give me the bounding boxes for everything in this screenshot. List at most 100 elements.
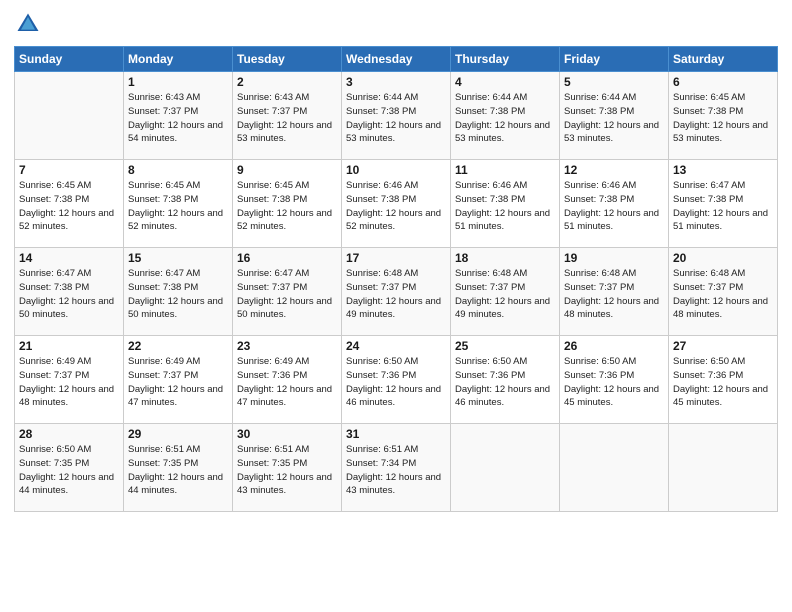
- day-info: Sunrise: 6:47 AMSunset: 7:38 PMDaylight:…: [128, 267, 228, 322]
- sunrise-text: Sunrise: 6:44 AM: [346, 91, 446, 105]
- day-number: 25: [455, 339, 555, 353]
- daylight-text: Daylight: 12 hours and 50 minutes.: [19, 295, 119, 323]
- day-cell: 13Sunrise: 6:47 AMSunset: 7:38 PMDayligh…: [669, 160, 778, 248]
- header: [14, 10, 778, 38]
- day-cell: 27 Sunrise: 6:50 AMSunset: 7:36 PMDayligh…: [669, 336, 778, 424]
- day-info: Sunrise: 6:50 AMSunset: 7:36 PMDaylight:…: [346, 355, 446, 410]
- daylight-text: Daylight: 12 hours and 52 minutes.: [346, 207, 446, 235]
- sunset-text: Sunset: 7:37 PM: [564, 281, 664, 295]
- daylight-text: Daylight: 12 hours and 48 minutes.: [19, 383, 119, 411]
- day-number: 16: [237, 251, 337, 265]
- day-number: 20: [673, 251, 773, 265]
- sunset-text: Sunset: 7:38 PM: [19, 281, 119, 295]
- daylight-text: Daylight: 12 hours and 54 minutes.: [128, 119, 228, 147]
- day-cell: 26Sunrise: 6:50 AMSunset: 7:36 PMDayligh…: [560, 336, 669, 424]
- sunset-text: Sunset: 7:36 PM: [564, 369, 664, 383]
- day-number: 19: [564, 251, 664, 265]
- day-cell: 31Sunrise: 6:51 AMSunset: 7:34 PMDayligh…: [342, 424, 451, 512]
- day-info: Sunrise: 6:44 AMSunset: 7:38 PMDaylight:…: [346, 91, 446, 146]
- sunset-text: Sunset: 7:38 PM: [673, 193, 773, 207]
- daylight-text: Daylight: 12 hours and 53 minutes.: [237, 119, 337, 147]
- day-info: Sunrise: 6:49 AMSunset: 7:37 PMDaylight:…: [128, 355, 228, 410]
- page: SundayMondayTuesdayWednesdayThursdayFrid…: [0, 0, 792, 612]
- sunrise-text: Sunrise: 6:51 AM: [237, 443, 337, 457]
- header-cell-thursday: Thursday: [451, 47, 560, 72]
- day-cell: 10Sunrise: 6:46 AMSunset: 7:38 PMDayligh…: [342, 160, 451, 248]
- sunset-text: Sunset: 7:36 PM: [455, 369, 555, 383]
- daylight-text: Daylight: 12 hours and 52 minutes.: [19, 207, 119, 235]
- day-number: 13: [673, 163, 773, 177]
- day-info: Sunrise: 6:45 AMSunset: 7:38 PMDaylight:…: [128, 179, 228, 234]
- day-number: 24: [346, 339, 446, 353]
- day-cell: 4Sunrise: 6:44 AMSunset: 7:38 PMDaylight…: [451, 72, 560, 160]
- daylight-text: Daylight: 12 hours and 48 minutes.: [673, 295, 773, 323]
- daylight-text: Daylight: 12 hours and 53 minutes.: [346, 119, 446, 147]
- day-number: 7: [19, 163, 119, 177]
- day-cell: 20 Sunrise: 6:48 AMSunset: 7:37 PMDayligh…: [669, 248, 778, 336]
- sunrise-text: Sunrise: 6:43 AM: [128, 91, 228, 105]
- day-cell: 30Sunrise: 6:51 AMSunset: 7:35 PMDayligh…: [233, 424, 342, 512]
- sunset-text: Sunset: 7:35 PM: [128, 457, 228, 471]
- sunset-text: Sunset: 7:38 PM: [346, 193, 446, 207]
- day-number: 17: [346, 251, 446, 265]
- day-info: Sunrise: 6:50 AMSunset: 7:36 PMDaylight:…: [673, 355, 773, 410]
- day-number: 14: [19, 251, 119, 265]
- day-cell: [560, 424, 669, 512]
- daylight-text: Daylight: 12 hours and 47 minutes.: [237, 383, 337, 411]
- sunrise-text: Sunrise: 6:47 AM: [128, 267, 228, 281]
- day-info: Sunrise: 6:51 AMSunset: 7:35 PMDaylight:…: [128, 443, 228, 498]
- week-row-1: 1Sunrise: 6:43 AMSunset: 7:37 PMDaylight…: [15, 72, 778, 160]
- daylight-text: Daylight: 12 hours and 51 minutes.: [673, 207, 773, 235]
- week-row-2: 7Sunrise: 6:45 AMSunset: 7:38 PMDaylight…: [15, 160, 778, 248]
- day-number: 9: [237, 163, 337, 177]
- sunset-text: Sunset: 7:38 PM: [673, 105, 773, 119]
- header-cell-wednesday: Wednesday: [342, 47, 451, 72]
- sunrise-text: Sunrise: 6:47 AM: [237, 267, 337, 281]
- sunrise-text: Sunrise: 6:46 AM: [564, 179, 664, 193]
- header-cell-friday: Friday: [560, 47, 669, 72]
- day-info: Sunrise: 6:48 AMSunset: 7:37 PMDaylight:…: [673, 267, 773, 322]
- day-number: 28: [19, 427, 119, 441]
- sunset-text: Sunset: 7:37 PM: [346, 281, 446, 295]
- sunset-text: Sunset: 7:37 PM: [128, 105, 228, 119]
- day-info: Sunrise: 6:46 AMSunset: 7:38 PMDaylight:…: [346, 179, 446, 234]
- sunset-text: Sunset: 7:36 PM: [237, 369, 337, 383]
- sunrise-text: Sunrise: 6:47 AM: [19, 267, 119, 281]
- daylight-text: Daylight: 12 hours and 53 minutes.: [564, 119, 664, 147]
- sunrise-text: Sunrise: 6:48 AM: [564, 267, 664, 281]
- daylight-text: Daylight: 12 hours and 52 minutes.: [128, 207, 228, 235]
- week-row-5: 28Sunrise: 6:50 AMSunset: 7:35 PMDayligh…: [15, 424, 778, 512]
- day-number: 29: [128, 427, 228, 441]
- day-cell: 25Sunrise: 6:50 AMSunset: 7:36 PMDayligh…: [451, 336, 560, 424]
- day-cell: 6Sunrise: 6:45 AMSunset: 7:38 PMDaylight…: [669, 72, 778, 160]
- day-info: Sunrise: 6:46 AMSunset: 7:38 PMDaylight:…: [564, 179, 664, 234]
- sunset-text: Sunset: 7:37 PM: [19, 369, 119, 383]
- daylight-text: Daylight: 12 hours and 51 minutes.: [455, 207, 555, 235]
- day-info: Sunrise: 6:51 AMSunset: 7:35 PMDaylight:…: [237, 443, 337, 498]
- header-row: SundayMondayTuesdayWednesdayThursdayFrid…: [15, 47, 778, 72]
- day-cell: 15Sunrise: 6:47 AMSunset: 7:38 PMDayligh…: [124, 248, 233, 336]
- day-number: 3: [346, 75, 446, 89]
- sunrise-text: Sunrise: 6:48 AM: [455, 267, 555, 281]
- sunrise-text: Sunrise: 6:50 AM: [673, 355, 773, 369]
- sunset-text: Sunset: 7:37 PM: [237, 281, 337, 295]
- sunset-text: Sunset: 7:37 PM: [237, 105, 337, 119]
- sunrise-text: Sunrise: 6:45 AM: [19, 179, 119, 193]
- sunrise-text: Sunrise: 6:44 AM: [564, 91, 664, 105]
- logo: [14, 10, 46, 38]
- day-number: 27: [673, 339, 773, 353]
- daylight-text: Daylight: 12 hours and 45 minutes.: [673, 383, 773, 411]
- sunset-text: Sunset: 7:38 PM: [237, 193, 337, 207]
- daylight-text: Daylight: 12 hours and 50 minutes.: [237, 295, 337, 323]
- day-cell: 2Sunrise: 6:43 AMSunset: 7:37 PMDaylight…: [233, 72, 342, 160]
- sunset-text: Sunset: 7:38 PM: [564, 193, 664, 207]
- daylight-text: Daylight: 12 hours and 44 minutes.: [19, 471, 119, 499]
- day-info: Sunrise: 6:48 AMSunset: 7:37 PMDaylight:…: [455, 267, 555, 322]
- sunset-text: Sunset: 7:35 PM: [19, 457, 119, 471]
- daylight-text: Daylight: 12 hours and 45 minutes.: [564, 383, 664, 411]
- day-cell: [669, 424, 778, 512]
- sunrise-text: Sunrise: 6:49 AM: [237, 355, 337, 369]
- daylight-text: Daylight: 12 hours and 43 minutes.: [237, 471, 337, 499]
- sunrise-text: Sunrise: 6:44 AM: [455, 91, 555, 105]
- logo-icon: [14, 10, 42, 38]
